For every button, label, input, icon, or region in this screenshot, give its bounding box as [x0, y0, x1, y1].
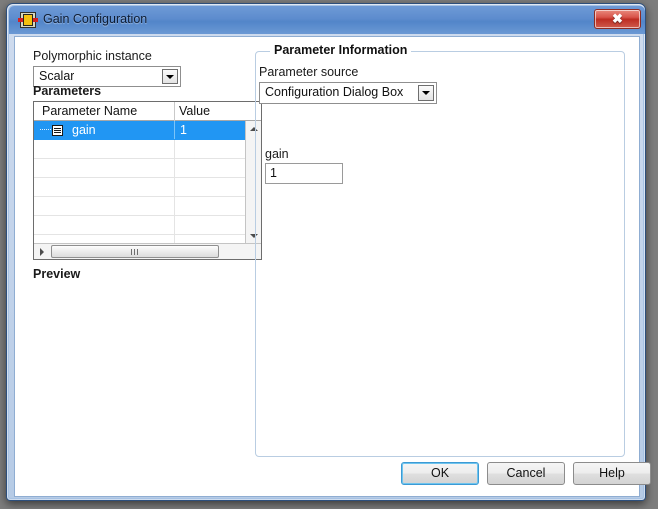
chevron-down-icon[interactable]	[418, 85, 434, 101]
parameter-information-title: Parameter Information	[270, 43, 412, 57]
labview-vi-icon	[18, 12, 38, 28]
gain-input-value: 1	[270, 166, 277, 180]
parameters-table[interactable]: Parameter Name Value gain 1	[33, 101, 262, 260]
gain-input[interactable]: 1	[265, 163, 343, 184]
parameter-source-value: Configuration Dialog Box	[265, 85, 404, 99]
parameters-label: Parameters	[33, 84, 102, 98]
tree-connector-icon	[40, 129, 51, 131]
polymorphic-instance-label: Polymorphic instance	[33, 49, 152, 63]
close-icon: ✖	[612, 11, 623, 26]
horizontal-scroll-thumb[interactable]	[51, 245, 219, 258]
table-row[interactable]	[34, 197, 245, 216]
cell-parameter-value: 1	[180, 123, 187, 137]
cell-parameter-name: gain	[72, 123, 96, 137]
table-row[interactable]	[34, 140, 245, 159]
table-horizontal-scrollbar[interactable]	[34, 243, 261, 259]
cancel-button[interactable]: Cancel	[487, 462, 565, 485]
table-row[interactable]: gain 1	[34, 121, 245, 140]
scroll-right-icon[interactable]	[34, 244, 49, 259]
close-button[interactable]: ✖	[594, 9, 641, 29]
table-body: gain 1	[34, 121, 245, 243]
window-title: Gain Configuration	[43, 12, 148, 26]
title-bar[interactable]: Gain Configuration ✖	[9, 6, 645, 34]
dialog-client-area: Polymorphic instance Scalar Parameters P…	[14, 36, 651, 497]
table-row[interactable]	[34, 216, 245, 235]
parameter-information-groupbox	[255, 51, 625, 457]
column-header-parameter-name: Parameter Name	[42, 104, 138, 118]
dialog-window: Gain Configuration ✖ Polymorphic instanc…	[6, 3, 651, 501]
column-header-value: Value	[179, 104, 211, 118]
expander-icon[interactable]	[52, 125, 63, 136]
gain-field-label: gain	[265, 147, 289, 161]
help-button[interactable]: Help	[573, 462, 651, 485]
table-row[interactable]	[34, 235, 245, 243]
ok-button[interactable]: OK	[401, 462, 479, 485]
table-row[interactable]	[34, 159, 245, 178]
parameter-source-dropdown[interactable]: Configuration Dialog Box	[259, 82, 437, 104]
table-header-row: Parameter Name Value	[34, 102, 261, 121]
chevron-down-icon[interactable]	[162, 69, 178, 84]
parameter-source-label: Parameter source	[259, 65, 359, 79]
polymorphic-instance-value: Scalar	[39, 69, 75, 83]
table-row[interactable]	[34, 178, 245, 197]
preview-label: Preview	[33, 267, 81, 281]
